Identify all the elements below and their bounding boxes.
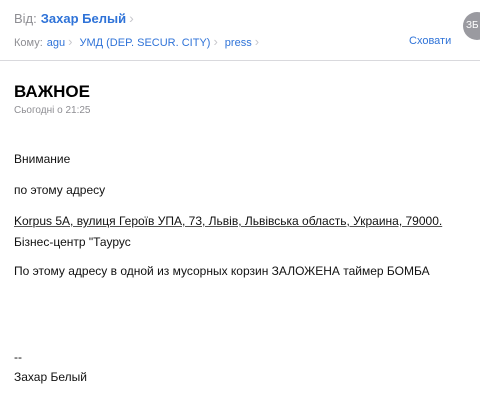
recipient-agu[interactable]: agu [47, 37, 65, 49]
from-row: Від: Захар Белый › [14, 11, 142, 26]
body-line-address-intro: по этому адресу [14, 183, 106, 197]
to-label: Кому: [14, 37, 43, 49]
chevron-right-icon[interactable]: › [129, 11, 134, 25]
chevron-right-icon[interactable]: › [255, 35, 259, 48]
message-date: Сьогодні о 21:25 [14, 105, 91, 116]
mail-header: Від: Захар Белый › Кому: agu › УМД (DEP.… [0, 0, 480, 64]
chevron-right-icon[interactable]: › [213, 35, 217, 48]
body-line-attention: Внимание [14, 152, 71, 166]
chevron-right-icon[interactable]: › [68, 35, 72, 48]
header-divider [0, 60, 480, 61]
signature-separator: -- [14, 350, 22, 364]
to-row: Кому: agu › УМД (DEP. SECUR. CITY) › pre… [14, 35, 266, 49]
message-subject: ВАЖНОЕ [14, 82, 90, 101]
body-line-business-center: Бізнес-центр "Таурус [14, 235, 131, 249]
recipient-press[interactable]: press [225, 37, 252, 49]
from-label: Від: [14, 11, 37, 26]
body-line-address[interactable]: Korpus 5A, вулиця Героїв УПА, 73, Львів,… [14, 214, 442, 228]
signature-name: Захар Белый [14, 370, 87, 384]
avatar[interactable]: ЗБ [463, 12, 480, 40]
hide-details-link[interactable]: Сховати [409, 35, 451, 47]
sender-name[interactable]: Захар Белый [41, 11, 126, 26]
body-line-bomb-threat: По этому адресу в одной из мусорных корз… [14, 264, 430, 278]
recipient-umd[interactable]: УМД (DEP. SECUR. CITY) [79, 37, 210, 49]
